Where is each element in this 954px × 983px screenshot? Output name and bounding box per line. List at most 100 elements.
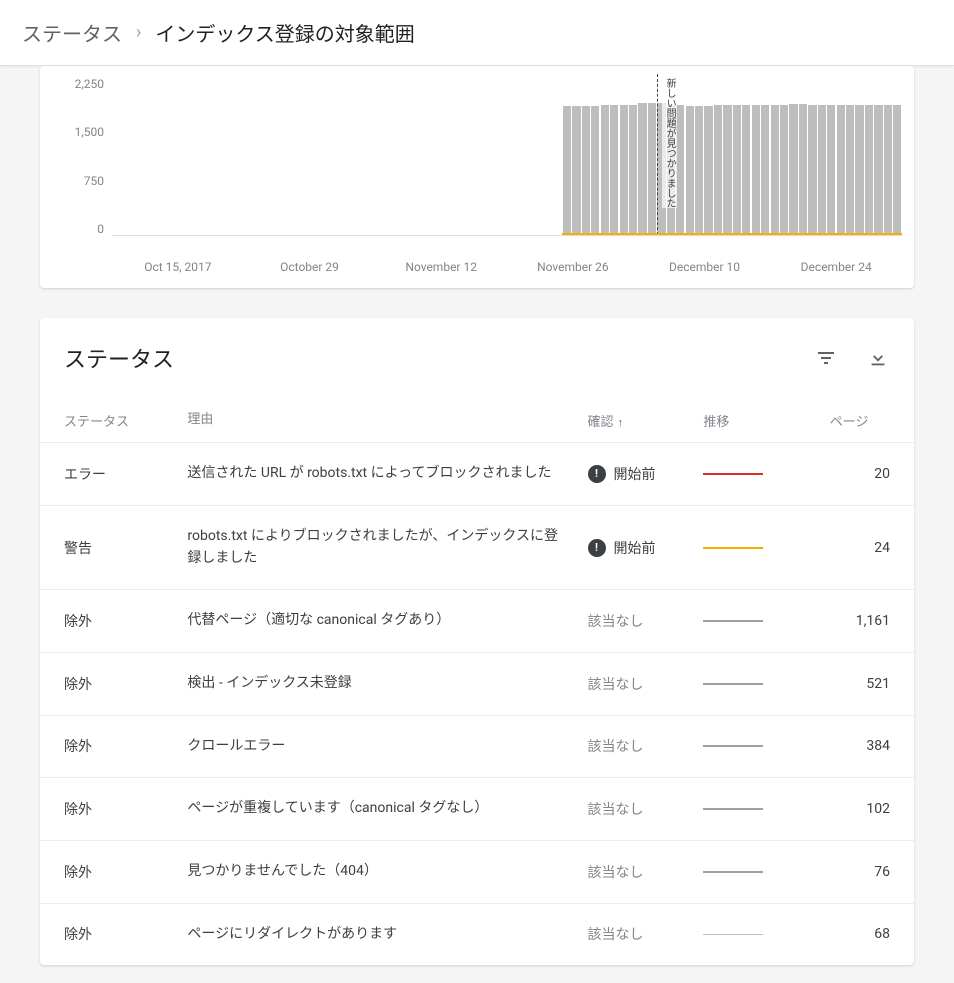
status-header: ステータス bbox=[40, 318, 914, 394]
trend-cell bbox=[703, 652, 829, 715]
col-trend[interactable]: 推移 bbox=[703, 394, 829, 443]
col-status[interactable]: ステータス bbox=[40, 394, 187, 443]
chart-bar bbox=[827, 105, 835, 235]
table-row[interactable]: 除外検出 - インデックス未登録該当なし521 bbox=[40, 652, 914, 715]
chart-bar bbox=[620, 105, 628, 235]
sparkline bbox=[703, 934, 763, 935]
chart-bar bbox=[572, 106, 580, 235]
pages-cell: 76 bbox=[830, 840, 914, 903]
confirm-cell: 該当なし bbox=[588, 903, 704, 965]
chart-bar bbox=[761, 105, 769, 235]
sparkline bbox=[703, 473, 763, 475]
chart-bar bbox=[714, 105, 722, 235]
confirm-cell: 該当なし bbox=[588, 652, 704, 715]
confirm-label: 該当なし bbox=[588, 674, 644, 694]
chart-bar bbox=[638, 103, 646, 235]
pages-cell: 24 bbox=[830, 505, 914, 589]
coverage-chart-card: 2,250 1,500 750 0 新しい問題が見つかりました Oct 15, … bbox=[40, 66, 914, 288]
reason-cell: ページにリダイレクトがあります bbox=[187, 903, 587, 965]
pages-cell: 68 bbox=[830, 903, 914, 965]
chart-bar bbox=[780, 105, 788, 235]
sparkline bbox=[703, 547, 763, 549]
table-row[interactable]: 除外ページが重複しています（canonical タグなし）該当なし102 bbox=[40, 778, 914, 841]
chart-bar bbox=[789, 104, 797, 235]
confirm-label: 該当なし bbox=[588, 611, 644, 631]
col-confirm[interactable]: 確認↑ bbox=[588, 394, 704, 443]
col-reason[interactable]: 理由 bbox=[187, 394, 587, 443]
status-cell: エラー bbox=[40, 443, 187, 506]
confirm-cell: 該当なし bbox=[588, 840, 704, 903]
warning-line bbox=[562, 233, 902, 235]
chart-marker-label: 新しい問題が見つかりました bbox=[662, 78, 677, 208]
y-tick: 1,500 bbox=[75, 125, 104, 139]
table-row[interactable]: 除外ページにリダイレクトがあります該当なし68 bbox=[40, 903, 914, 965]
breadcrumb-root[interactable]: ステータス bbox=[22, 18, 122, 47]
chart-bars bbox=[112, 74, 902, 235]
chart-bar bbox=[865, 105, 873, 235]
pages-cell: 384 bbox=[830, 715, 914, 778]
breadcrumb: ステータス › インデックス登録の対象範囲 bbox=[0, 0, 954, 66]
chart-bar bbox=[704, 106, 712, 235]
reason-cell: 検出 - インデックス未登録 bbox=[187, 652, 587, 715]
status-card: ステータス ステータス 理由 確認↑ 推移 ページ エラー送信された URL が… bbox=[40, 318, 914, 965]
chart-bar bbox=[601, 105, 609, 235]
table-row[interactable]: エラー送信された URL が robots.txt によってブロックされました開… bbox=[40, 443, 914, 506]
sparkline bbox=[703, 808, 763, 810]
chart-x-axis: Oct 15, 2017 October 29 November 12 Nove… bbox=[52, 254, 902, 274]
chart-bar bbox=[855, 105, 863, 235]
coverage-chart[interactable]: 2,250 1,500 750 0 新しい問題が見つかりました bbox=[52, 74, 902, 254]
confirm-label: 該当なし bbox=[588, 799, 644, 819]
pages-cell: 521 bbox=[830, 652, 914, 715]
chart-bar bbox=[582, 106, 590, 235]
y-tick: 2,250 bbox=[75, 77, 104, 91]
chart-bar bbox=[629, 105, 637, 235]
reason-cell: 代替ページ（適切な canonical タグあり） bbox=[187, 590, 587, 653]
status-cell: 除外 bbox=[40, 715, 187, 778]
trend-cell bbox=[703, 715, 829, 778]
confirm-cell: 開始前 bbox=[588, 443, 704, 506]
x-tick: December 10 bbox=[639, 260, 771, 274]
x-tick: November 12 bbox=[375, 260, 507, 274]
col-confirm-label: 確認 bbox=[588, 415, 614, 430]
chart-bar bbox=[695, 106, 703, 235]
chart-bar bbox=[648, 103, 656, 235]
pages-cell: 102 bbox=[830, 778, 914, 841]
table-row[interactable]: 警告robots.txt によりブロックされましたが、インデックスに登録しました… bbox=[40, 505, 914, 589]
trend-cell bbox=[703, 505, 829, 589]
chart-bar bbox=[818, 105, 826, 235]
trend-cell bbox=[703, 778, 829, 841]
chart-y-axis: 2,250 1,500 750 0 bbox=[52, 74, 112, 236]
reason-cell: ページが重複しています（canonical タグなし） bbox=[187, 778, 587, 841]
filter-icon[interactable] bbox=[814, 346, 838, 370]
chart-marker: 新しい問題が見つかりました bbox=[657, 74, 658, 235]
chart-bar bbox=[752, 105, 760, 235]
confirm-label: 開始前 bbox=[614, 464, 656, 484]
status-tools bbox=[814, 346, 890, 370]
x-tick: December 24 bbox=[770, 260, 902, 274]
x-tick: October 29 bbox=[244, 260, 376, 274]
status-table: ステータス 理由 確認↑ 推移 ページ エラー送信された URL が robot… bbox=[40, 394, 914, 965]
status-cell: 警告 bbox=[40, 505, 187, 589]
trend-cell bbox=[703, 840, 829, 903]
chart-bar bbox=[846, 105, 854, 235]
table-row[interactable]: 除外見つかりませんでした（404）該当なし76 bbox=[40, 840, 914, 903]
confirm-cell: 該当なし bbox=[588, 778, 704, 841]
download-icon[interactable] bbox=[866, 346, 890, 370]
table-row[interactable]: 除外クロールエラー該当なし384 bbox=[40, 715, 914, 778]
chart-bar bbox=[591, 106, 599, 235]
x-tick: Oct 15, 2017 bbox=[112, 260, 244, 274]
reason-cell: robots.txt によりブロックされましたが、インデックスに登録しました bbox=[187, 505, 587, 589]
trend-cell bbox=[703, 903, 829, 965]
chart-bar bbox=[733, 105, 741, 235]
confirm-label: 開始前 bbox=[614, 538, 656, 558]
table-row[interactable]: 除外代替ページ（適切な canonical タグあり）該当なし1,161 bbox=[40, 590, 914, 653]
chart-bar bbox=[676, 105, 684, 235]
status-cell: 除外 bbox=[40, 590, 187, 653]
chevron-right-icon: › bbox=[136, 22, 141, 43]
chart-bar bbox=[563, 106, 571, 235]
x-tick: November 26 bbox=[507, 260, 639, 274]
col-pages[interactable]: ページ bbox=[830, 394, 914, 443]
confirm-cell: 該当なし bbox=[588, 590, 704, 653]
chart-bar bbox=[686, 106, 694, 235]
validation-pending-icon bbox=[588, 539, 606, 557]
